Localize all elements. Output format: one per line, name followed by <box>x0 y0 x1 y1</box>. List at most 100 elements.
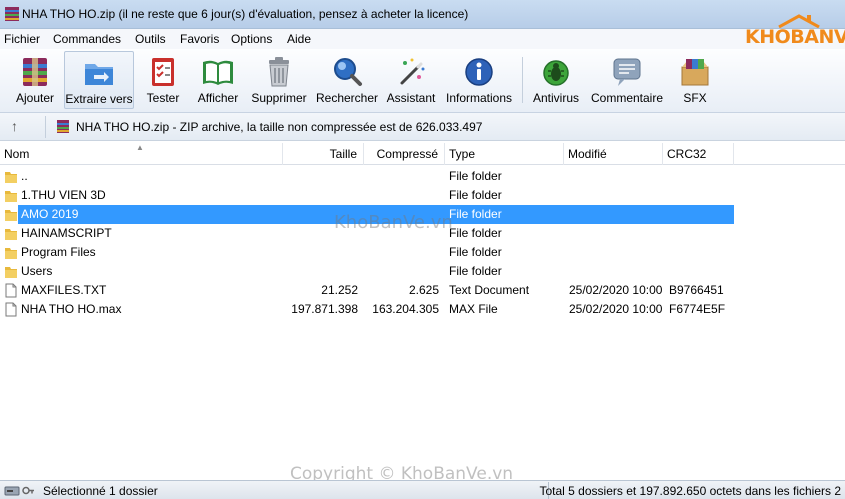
file-list-header: Nom ▲ Taille Compressé Type Modifié CRC3… <box>0 143 845 165</box>
logo-text: KHOBANVE <box>745 26 845 48</box>
info-label: Informations <box>445 91 513 105</box>
sfx-label: SFX <box>683 91 707 105</box>
cell-name: AMO 2019 <box>21 207 79 221</box>
antivirus-label: Antivirus <box>532 91 579 105</box>
file-icon <box>5 302 17 317</box>
status-bar: Sélectionné 1 dossier Total 5 dossiers e… <box>0 480 845 499</box>
delete-button[interactable]: Supprimer <box>248 51 310 109</box>
test-button[interactable]: Tester <box>140 51 186 109</box>
column-size[interactable]: Taille <box>283 143 364 165</box>
comment-button[interactable]: Commentaire <box>588 51 666 109</box>
cell-name: HAINAMSCRIPT <box>21 226 112 240</box>
archive-icon <box>57 120 69 133</box>
sfx-box-icon <box>681 59 709 86</box>
info-icon <box>465 58 493 86</box>
find-button[interactable]: Rechercher <box>314 51 380 109</box>
cell-type: File folder <box>449 207 502 221</box>
status-total: Total 5 dossiers et 197.892.650 octets d… <box>539 484 841 498</box>
file-row[interactable]: Users File folder <box>0 262 845 281</box>
toolbar: Ajouter Extraire vers Tester Afficher Su… <box>0 49 845 113</box>
column-packed[interactable]: Compressé <box>364 143 445 165</box>
cell-type: File folder <box>449 188 502 202</box>
toolbar-separator <box>522 57 523 103</box>
menu-commandes[interactable]: Commandes <box>53 32 121 46</box>
comment-label: Commentaire <box>590 91 664 105</box>
info-button[interactable]: Informations <box>442 51 516 109</box>
cell-size: 21.252 <box>321 283 358 297</box>
cell-packed: 2.625 <box>408 283 439 297</box>
cell-crc: F6774E5F <box>669 302 726 316</box>
cell-name: NHA THO HO.max <box>21 302 122 316</box>
column-crc[interactable]: CRC32 <box>663 143 734 165</box>
extract-to-button[interactable]: Extraire vers <box>64 51 134 109</box>
comment-icon <box>613 58 641 86</box>
test-checklist-icon <box>152 58 174 86</box>
watermark: KhoBanVe.vn <box>334 212 453 233</box>
menu-outils[interactable]: Outils <box>135 32 166 46</box>
folder-icon <box>5 229 17 240</box>
extract-to-label: Extraire vers <box>65 92 133 106</box>
file-row[interactable]: MAXFILES.TXT 21.252 2.625 Text Document 25/0… <box>0 281 845 300</box>
cell-type: File folder <box>449 264 502 278</box>
menu-fichier[interactable]: Fichier <box>4 32 40 46</box>
view-book-icon <box>203 60 233 85</box>
cell-type: File folder <box>449 169 502 183</box>
folder-icon <box>5 248 17 259</box>
wizard-wand-icon <box>400 58 425 85</box>
column-modified[interactable]: Modifié <box>564 143 663 165</box>
file-row[interactable]: Program Files File folder <box>0 243 845 262</box>
wizard-label: Assistant <box>386 91 436 105</box>
up-folder-button[interactable]: ↑ <box>11 118 18 134</box>
file-icon <box>5 283 17 298</box>
file-row[interactable]: 1.THU VIEN 3D File folder <box>0 186 845 205</box>
cell-type: File folder <box>449 226 502 240</box>
khobanve-logo: KHOBANVE <box>743 14 845 50</box>
cell-modified: 25/02/2020 10:00 <box>569 283 663 297</box>
cell-name: .. <box>21 169 28 183</box>
antivirus-button[interactable]: Antivirus <box>528 51 584 109</box>
add-button[interactable]: Ajouter <box>8 51 62 109</box>
folder-icon <box>5 191 17 202</box>
file-row[interactable]: .. File folder <box>0 167 845 186</box>
column-name[interactable]: Nom ▲ <box>0 143 283 165</box>
add-archive-icon <box>23 58 47 86</box>
menu-aide[interactable]: Aide <box>287 32 311 46</box>
cell-modified: 25/02/2020 10:00 <box>569 302 663 316</box>
cell-type: MAX File <box>449 302 498 316</box>
cell-size: 197.871.398 <box>291 302 358 316</box>
column-type[interactable]: Type <box>445 143 564 165</box>
cell-packed: 163.204.305 <box>372 302 439 316</box>
cell-name: 1.THU VIEN 3D <box>21 188 106 202</box>
column-name-label: Nom <box>4 147 30 161</box>
winrar-app-icon <box>5 7 19 21</box>
find-label: Rechercher <box>315 91 379 105</box>
test-label: Tester <box>146 91 180 105</box>
title-bar: NHA THO HO.zip (il ne reste que 6 jour(s… <box>0 0 845 29</box>
view-button[interactable]: Afficher <box>192 51 244 109</box>
extract-folder-icon <box>85 64 113 85</box>
menu-favoris[interactable]: Favoris <box>180 32 219 46</box>
cell-type: File folder <box>449 245 502 259</box>
cell-type: Text Document <box>449 283 530 297</box>
antivirus-bug-icon <box>543 60 569 86</box>
menu-options[interactable]: Options <box>231 32 272 46</box>
archive-path[interactable]: NHA THO HO.zip - ZIP archive, la taille … <box>76 120 482 134</box>
sort-ascending-icon: ▲ <box>136 143 144 152</box>
folder-icon <box>5 267 17 278</box>
trash-icon <box>269 57 289 87</box>
wizard-button[interactable]: Assistant <box>384 51 438 109</box>
cell-name: Program Files <box>21 245 96 259</box>
path-separator <box>45 116 46 138</box>
menu-bar: Fichier Commandes Outils Favoris Options… <box>0 29 845 49</box>
cell-crc: B9766451 <box>669 283 724 297</box>
view-label: Afficher <box>197 91 239 105</box>
magnifier-icon <box>334 58 362 86</box>
folder-icon <box>5 172 17 183</box>
status-selection: Sélectionné 1 dossier <box>43 484 158 498</box>
sfx-button[interactable]: SFX <box>672 51 718 109</box>
delete-label: Supprimer <box>251 91 307 105</box>
disk-icon[interactable] <box>4 485 20 496</box>
path-bar: ↑ NHA THO HO.zip - ZIP archive, la taill… <box>0 113 845 141</box>
key-icon[interactable] <box>22 485 35 496</box>
file-row[interactable]: NHA THO HO.max 197.871.398 163.204.305 MAX … <box>0 300 845 319</box>
